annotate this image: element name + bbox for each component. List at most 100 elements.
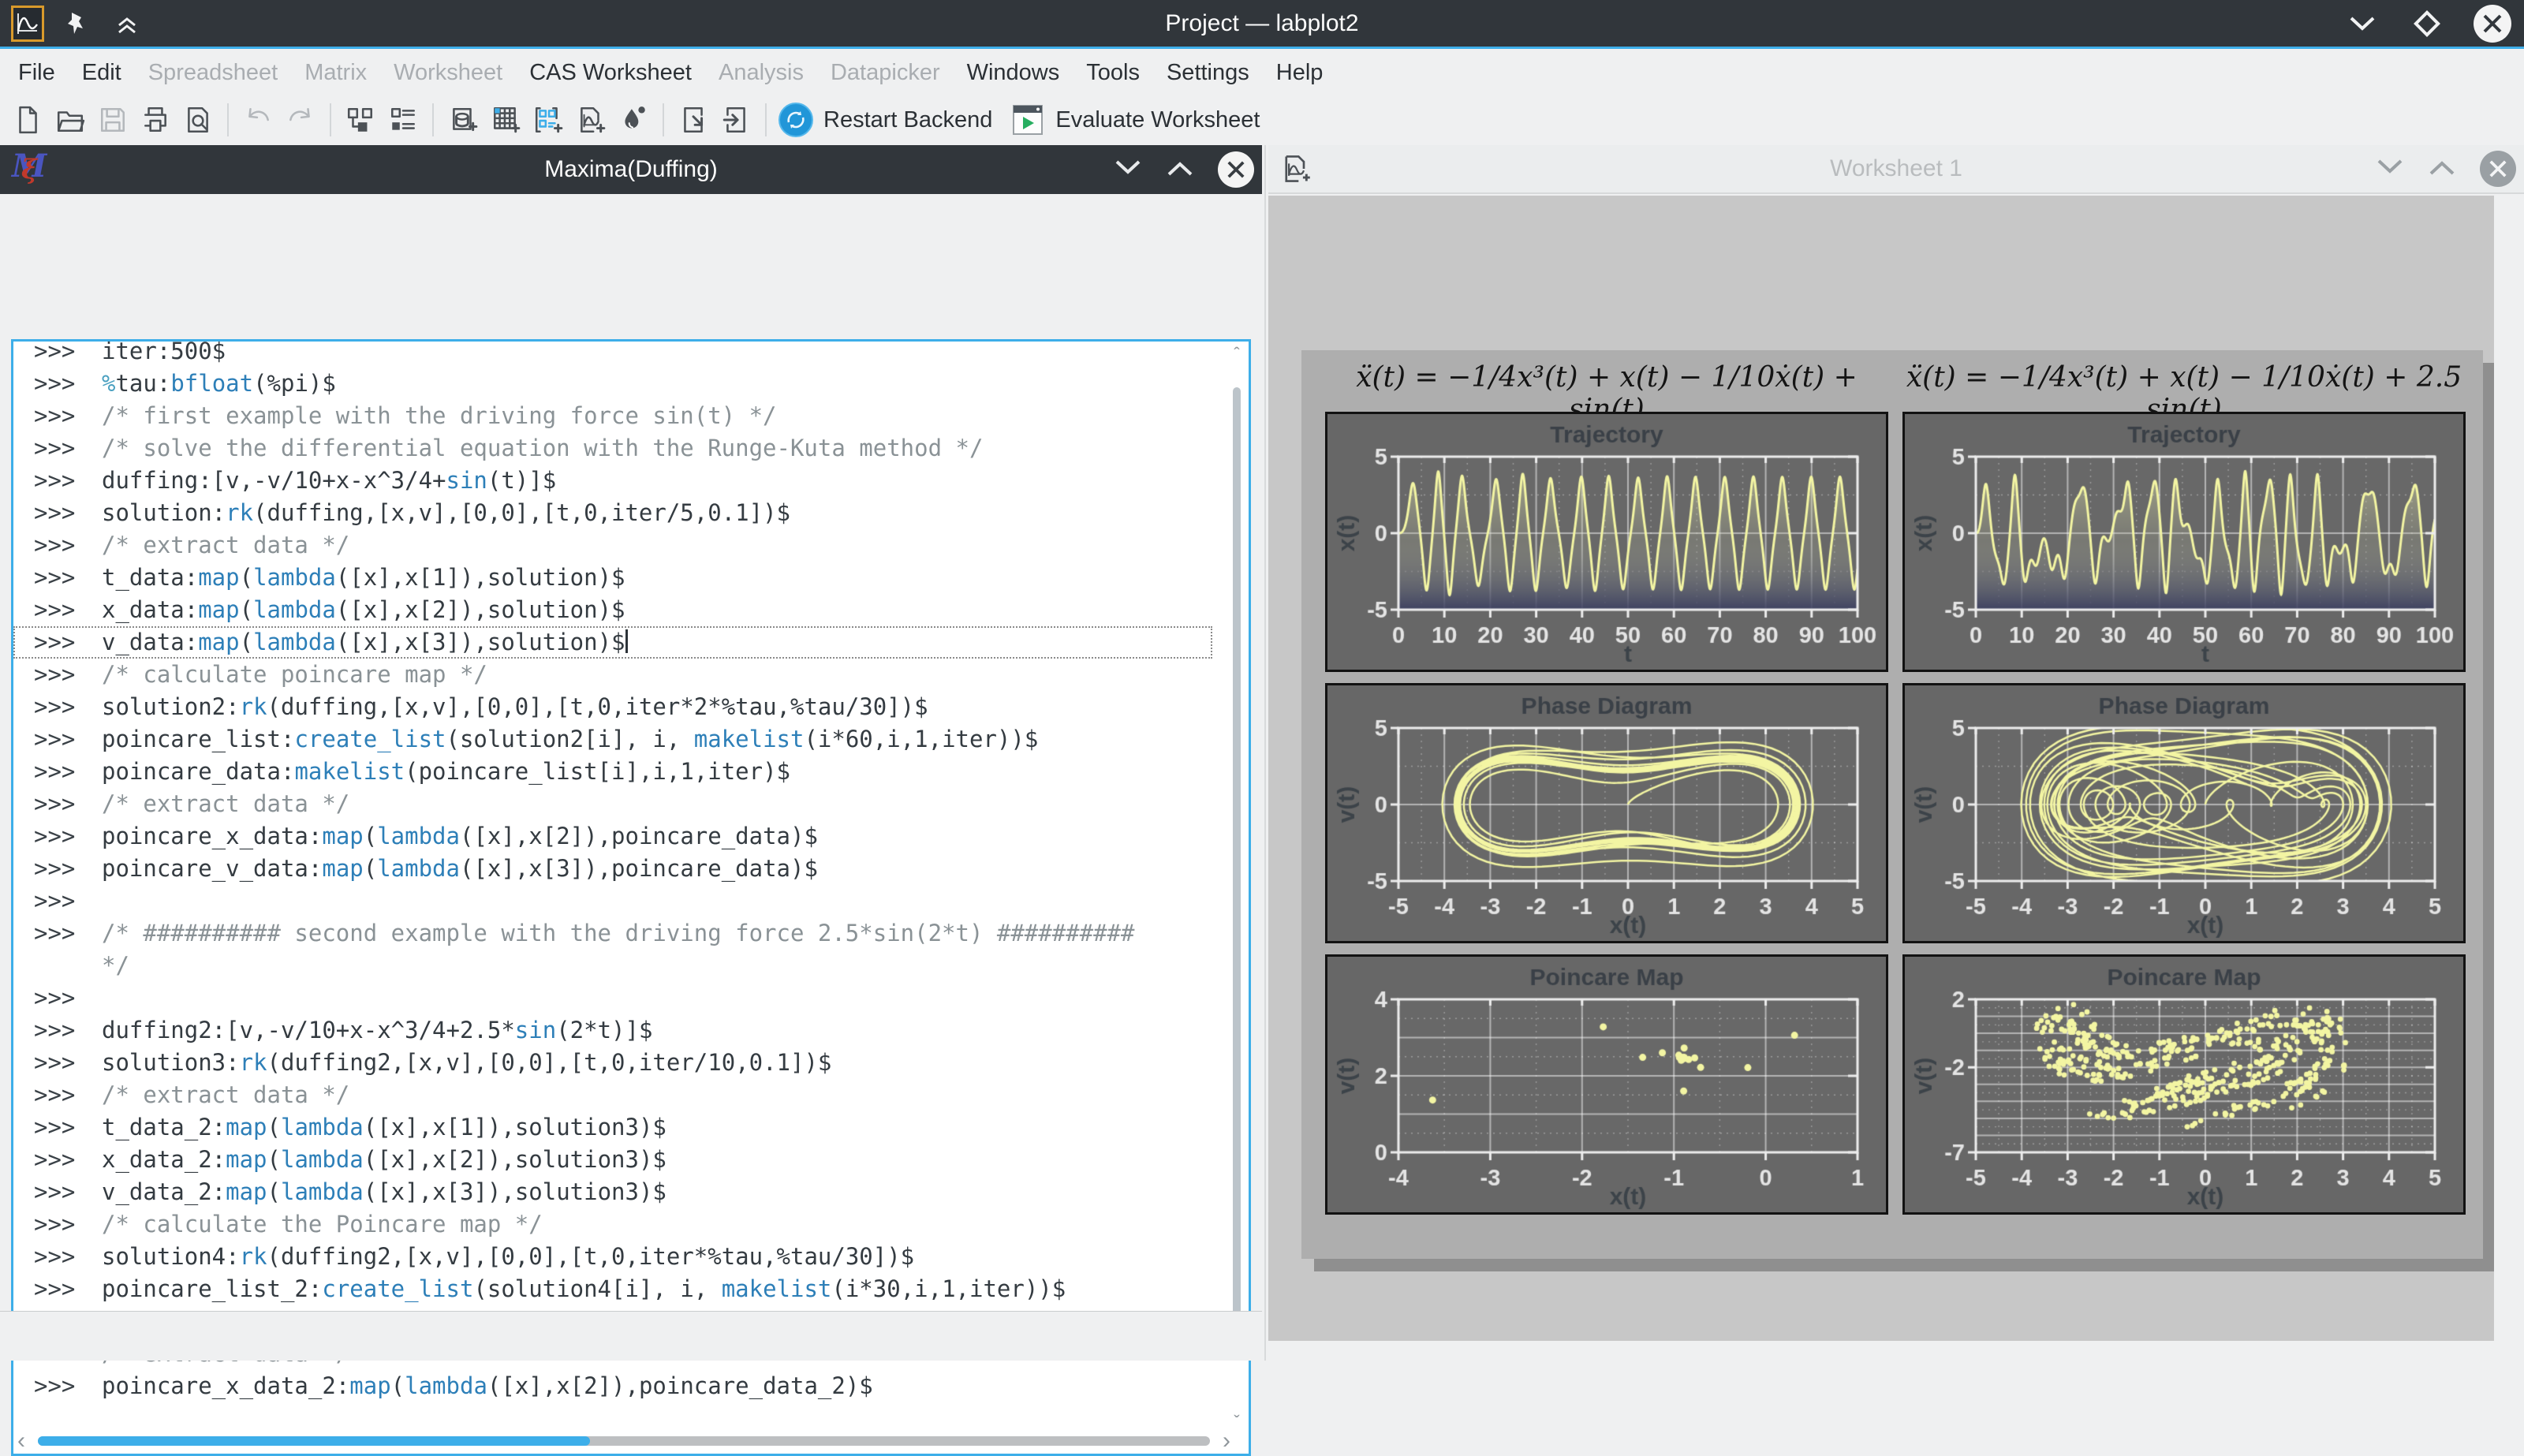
console-line: >>>poincare_x_data_2:map(lambda([x],x[2]… (13, 1370, 1212, 1402)
worksheet-close-button[interactable] (2480, 151, 2516, 187)
console-line: >>>poincare_data:makelist(poincare_list[… (13, 756, 1212, 788)
toolbar-separator (227, 103, 229, 136)
console-line: >>>duffing2:[v,-v/10+x-x^3/4+2.5*sin(2*t… (13, 1014, 1212, 1047)
worksheet-dock-title: Worksheet 1 (1268, 155, 2524, 182)
console-line: >>>t_data:map(lambda([x],x[1]),solution)… (13, 562, 1212, 594)
console-lines: >>>iter:500$>>>%tau:bfloat(%pi)$>>>/* fi… (13, 339, 1212, 1402)
restart-backend-icon[interactable] (775, 99, 817, 141)
console-line: >>>solution2:rk(duffing,[x,v],[0,0],[t,0… (13, 691, 1212, 723)
console-line: >>>x_data:map(lambda([x],x[2]),solution)… (13, 594, 1212, 626)
export-button[interactable] (715, 99, 757, 141)
worksheet-bottom-margin (1268, 1341, 2524, 1361)
datapicker-button[interactable] (612, 99, 655, 141)
print-button[interactable] (134, 99, 177, 141)
main-toolbar: Restart Backend Evaluate Worksheet (0, 95, 2524, 145)
toolbar-separator (663, 103, 664, 136)
console-line: >>>poincare_list_2:create_list(solution4… (13, 1273, 1212, 1305)
worksheet-view[interactable]: ẍ(t) = −1/4x³(t) + x(t) − 1/10ẋ(t) + sin… (1268, 196, 2494, 1341)
menu-matrix: Matrix (291, 51, 380, 95)
new-spreadsheet-button[interactable] (484, 99, 527, 141)
console-line: >>>poincare_list:create_list(solution2[i… (13, 723, 1212, 756)
worksheet-dock-header[interactable]: Worksheet 1 (1268, 145, 2524, 194)
menu-cas-worksheet[interactable]: CAS Worksheet (516, 51, 705, 95)
console-line: >>>/* extract data */ (13, 529, 1212, 562)
menu-bar: File Edit Spreadsheet Matrix Worksheet C… (0, 51, 2524, 95)
print-preview-button[interactable] (177, 99, 219, 141)
maxima-dock-header[interactable]: M ξ Maxima(Duffing) (0, 145, 1262, 194)
console-line: */ (13, 950, 1212, 982)
undo-button (237, 99, 279, 141)
console-line: >>> (13, 885, 1212, 917)
window-titlebar: Project — labplot2 (0, 0, 2524, 49)
worksheet-dock-panel: Worksheet 1 ẍ(t) = −1/4x³(t) + x(t) − 1/… (1268, 145, 2524, 1361)
console-line: >>>poincare_x_data:map(lambda([x],x[2]),… (13, 820, 1212, 853)
menu-file[interactable]: File (5, 51, 69, 95)
console-horizontal-scrollbar[interactable]: ‹ › (16, 1431, 1232, 1451)
console-line: >>>solution4:rk(duffing2,[x,v],[0,0],[t,… (13, 1241, 1212, 1273)
dock-float-icon[interactable] (1114, 159, 1142, 181)
plot-trajectory-2[interactable] (1902, 412, 2466, 672)
console-line: >>>/* extract data */ (13, 1079, 1212, 1111)
worksheet-page[interactable]: ẍ(t) = −1/4x³(t) + x(t) − 1/10ẋ(t) + sin… (1301, 350, 2483, 1259)
dock-collapse-icon[interactable] (1166, 159, 1194, 181)
console-line: >>>v_data_2:map(lambda([x],x[3]),solutio… (13, 1176, 1212, 1208)
console-line: >>>x_data_2:map(lambda([x],x[2]),solutio… (13, 1144, 1212, 1176)
menu-settings[interactable]: Settings (1153, 51, 1263, 95)
menu-tools[interactable]: Tools (1073, 51, 1153, 95)
console-line: >>>iter:500$ (13, 339, 1212, 368)
menu-windows[interactable]: Windows (954, 51, 1073, 95)
close-button[interactable] (2474, 5, 2511, 43)
pin-window-icon[interactable] (58, 6, 95, 42)
menu-help[interactable]: Help (1263, 51, 1337, 95)
plot-phase-diagram-2[interactable] (1902, 683, 2466, 943)
window-title: Project — labplot2 (0, 10, 2524, 37)
hscroll-thumb[interactable] (38, 1436, 590, 1446)
scroll-up-arrow[interactable]: ˆ (1227, 344, 1246, 364)
scroll-right-arrow[interactable]: › (1223, 1428, 1230, 1454)
evaluate-worksheet-icon[interactable] (1006, 99, 1049, 141)
toolbar-separator (330, 103, 331, 136)
menu-spreadsheet: Spreadsheet (135, 51, 291, 95)
console-vertical-scrollbar[interactable]: ˆ ˇ (1227, 344, 1246, 1432)
properties-explorer-button[interactable] (382, 99, 424, 141)
console-line: >>>/* ########## second example with the… (13, 917, 1212, 950)
dock-float-icon[interactable] (2376, 158, 2404, 181)
open-project-button[interactable] (49, 99, 91, 141)
vscroll-thumb[interactable] (1233, 387, 1241, 1326)
labplot-app-icon (11, 6, 44, 42)
console-line: >>>/* calculate poincare map */ (13, 659, 1212, 691)
console-line: >>>solution:rk(duffing,[x,v],[0,0],[t,0,… (13, 497, 1212, 529)
toolbar-separator (765, 103, 767, 136)
collapse-toolbar-icon[interactable] (109, 6, 145, 42)
console-line: >>>duffing:[v,-v/10+x-x^3/4+sin(t)]$ (13, 465, 1212, 497)
project-explorer-button[interactable] (339, 99, 382, 141)
dock-collapse-icon[interactable] (2428, 158, 2456, 181)
plot-phase-diagram-1[interactable] (1325, 683, 1888, 943)
plot-poincare-map-2[interactable] (1902, 954, 2466, 1215)
restart-backend-label[interactable]: Restart Backend (823, 107, 992, 133)
panel-splitter[interactable] (1262, 145, 1268, 1361)
console-line: >>>/* calculate the Poincare map */ (13, 1208, 1212, 1241)
console-line: >>>t_data_2:map(lambda([x],x[1]),solutio… (13, 1111, 1212, 1144)
menu-edit[interactable]: Edit (69, 51, 135, 95)
menu-worksheet: Worksheet (380, 51, 516, 95)
evaluate-worksheet-label[interactable]: Evaluate Worksheet (1055, 107, 1260, 133)
console-line: >>>solution3:rk(duffing2,[x,v],[0,0],[t,… (13, 1047, 1212, 1079)
save-button (91, 99, 134, 141)
scroll-left-arrow[interactable]: ‹ (17, 1428, 25, 1454)
plot-trajectory-1[interactable] (1325, 412, 1888, 672)
worksheet-right-gutter (2494, 196, 2524, 1361)
new-cas-worksheet-button[interactable] (569, 99, 612, 141)
maxima-console[interactable]: >>>iter:500$>>>%tau:bfloat(%pi)$>>>/* fi… (11, 339, 1251, 1456)
console-line: >>>v_data:map(lambda([x],x[3]),solution)… (13, 626, 1212, 659)
maxima-dock-title: Maxima(Duffing) (0, 156, 1262, 183)
maximize-button[interactable] (2409, 6, 2445, 42)
maxima-close-button[interactable] (1218, 151, 1254, 188)
new-project-button[interactable] (6, 99, 49, 141)
new-workbook-button[interactable] (442, 99, 484, 141)
minimize-button[interactable] (2344, 6, 2380, 42)
import-button[interactable] (672, 99, 715, 141)
console-line: >>>/* solve the differential equation wi… (13, 432, 1212, 465)
new-matrix-button[interactable] (527, 99, 569, 141)
plot-poincare-map-1[interactable] (1325, 954, 1888, 1215)
